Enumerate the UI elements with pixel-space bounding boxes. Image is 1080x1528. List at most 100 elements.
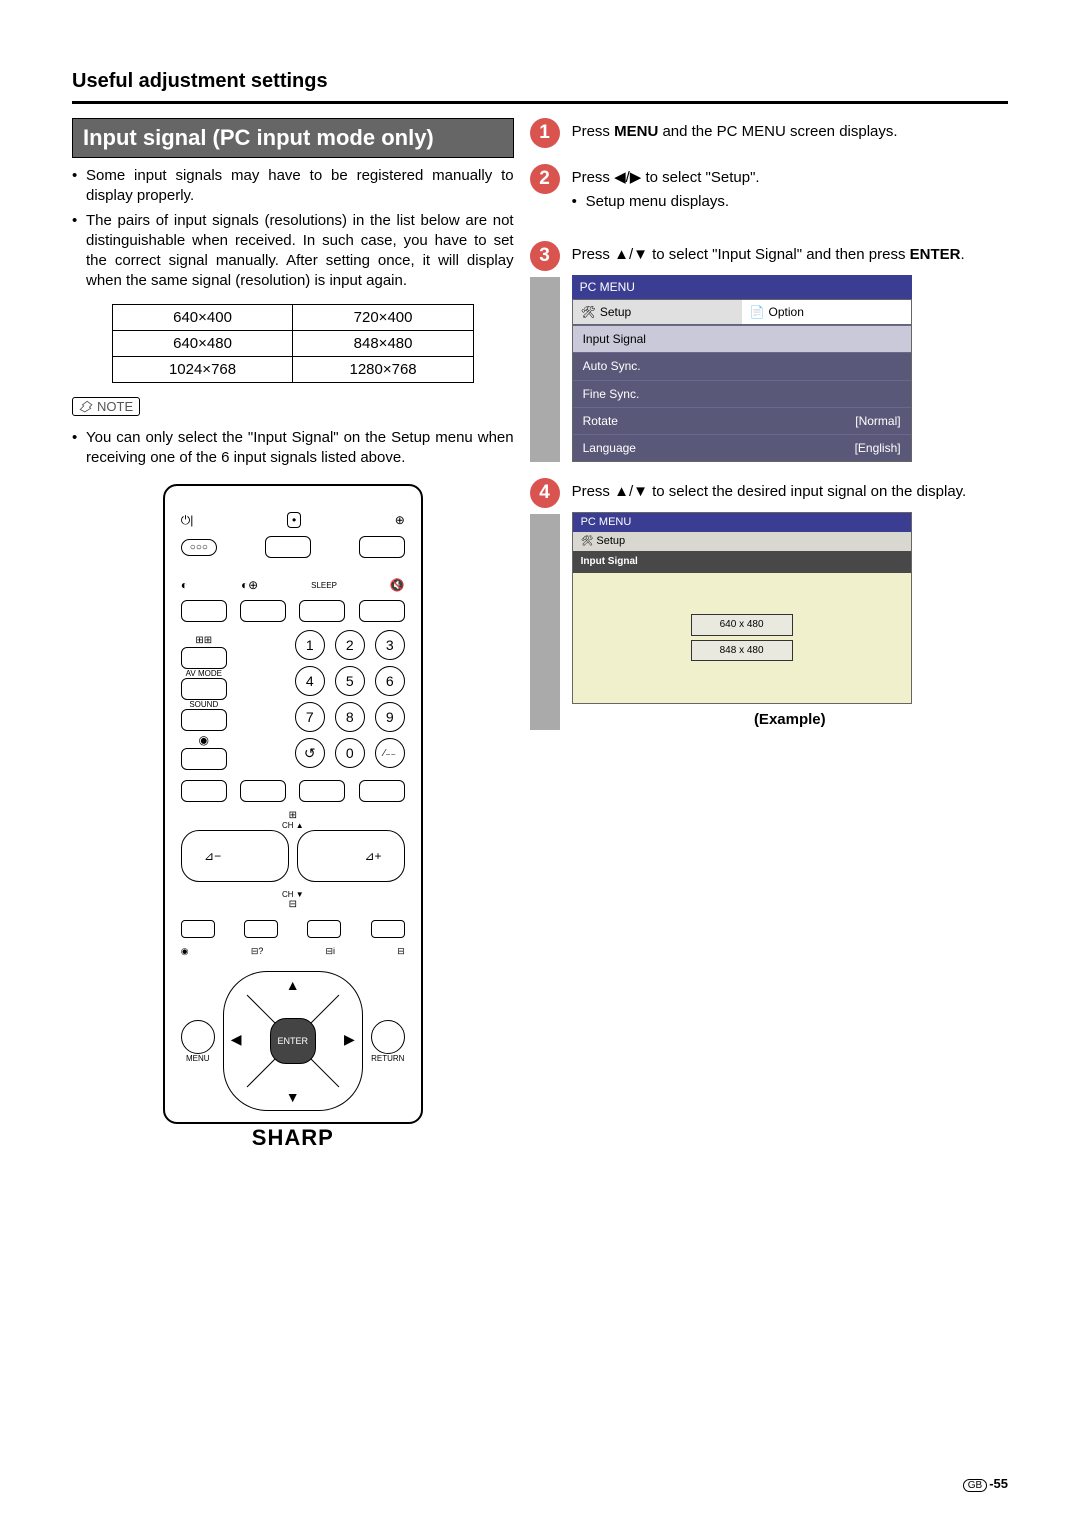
step-bullet-4: 4: [530, 478, 560, 508]
page-footer: GB-55: [963, 1476, 1008, 1492]
menu-key: [181, 1020, 215, 1054]
step-text: Press ◀/▶ to select "Setup". Setup menu …: [572, 164, 1008, 225]
remote-key: [359, 780, 405, 802]
brand-logo: SHARP: [181, 1125, 405, 1151]
num-key-7: 7: [295, 702, 325, 732]
ch-down-label: CH ▼: [181, 890, 405, 899]
arrow-right-icon: ▶: [344, 1031, 355, 1048]
resolution-table: 640×400 720×400 640×480 848×480 1024×768…: [112, 304, 474, 383]
mute-icon: 🔇: [390, 578, 405, 592]
input-icon: ⊕: [395, 513, 405, 527]
remote-key: [181, 647, 227, 669]
intro-bullet: Some input signals may have to be regist…: [72, 166, 514, 207]
remote-control-illustration: ⏻| • ⊕ ○○○ ◐ ◐⊕ SLEEP 🔇: [163, 484, 423, 1124]
rec-icon: ◉: [199, 733, 209, 747]
vol-down-key: ⊿−: [181, 830, 289, 882]
table-cell: 720×400: [293, 304, 474, 330]
avmode-label: AV MODE: [181, 669, 227, 678]
pc-menu-tab-option: 📄 Option: [742, 300, 911, 324]
note-label-text: NOTE: [97, 399, 133, 414]
step-text: Press ▲/▼ to select the desired input si…: [572, 478, 1008, 730]
pc-menu-title: PC MENU: [573, 513, 911, 532]
num-key-1: 1: [295, 630, 325, 660]
step-text: Press ▲/▼ to select "Input Signal" and t…: [572, 241, 1008, 463]
setup-icon: 🛠: [581, 536, 594, 547]
return-label: RETURN: [371, 1054, 404, 1063]
remote-key: [244, 920, 278, 938]
hand-icon: [79, 399, 93, 413]
menu-item-fine-sync: Fine Sync.: [573, 380, 911, 407]
option-icon: 📄: [750, 304, 765, 320]
remote-key: [299, 780, 345, 802]
menu-item-auto-sync: Auto Sync.: [573, 352, 911, 379]
arrow-up-icon: ▲: [286, 977, 300, 993]
wide-icon: ◐⊕: [241, 578, 258, 592]
remote-key: [181, 600, 227, 622]
input-signal-submenu: PC MENU 🛠 Setup Input Signal 640 x 480 8…: [572, 512, 912, 703]
page-number: -55: [989, 1476, 1008, 1491]
submenu-title: Input Signal: [573, 551, 911, 573]
menu-item-language: Language[English]: [573, 434, 911, 461]
table-cell: 848×480: [293, 330, 474, 356]
menu-item-rotate: Rotate[Normal]: [573, 407, 911, 434]
num-key-8: 8: [335, 702, 365, 732]
sound-label: SOUND: [181, 700, 227, 709]
step-text: Press MENU and the PC MENU screen displa…: [572, 118, 1008, 148]
section-title: Useful adjustment settings: [72, 70, 1008, 93]
remote-key: [181, 920, 215, 938]
step-sub-bullet: Setup menu displays.: [572, 192, 1008, 212]
menu-item-input-signal: Input Signal: [573, 325, 911, 352]
teletext-icon: ⊟?: [251, 946, 264, 957]
table-cell: 1280×768: [293, 356, 474, 382]
setup-tab-label: 🛠 Setup: [573, 532, 911, 551]
intro-bullet: The pairs of input signals (resolutions)…: [72, 211, 514, 292]
remote-key: [181, 678, 227, 700]
signal-option: 848 x 480: [691, 640, 793, 662]
list-icon: ⊟: [397, 946, 405, 957]
topic-heading: Input signal (PC input mode only): [72, 118, 514, 158]
timer-icon: ◐: [181, 578, 188, 592]
table-cell: 1024×768: [112, 356, 293, 382]
note-text: You can only select the "Input Signal" o…: [72, 428, 514, 469]
setup-icon: 🛠: [581, 304, 596, 320]
flashback-key: ↺: [295, 738, 325, 768]
divider-rule: [72, 101, 1008, 104]
remote-key: [181, 780, 227, 802]
step-bullet-2: 2: [530, 164, 560, 194]
color-icon: ◉: [181, 946, 189, 957]
teletext-icon: ⊟i: [326, 946, 336, 957]
region-code: GB: [963, 1479, 987, 1492]
note-badge: NOTE: [72, 397, 140, 416]
pc-menu-title: PC MENU: [572, 275, 912, 299]
remote-key: [371, 920, 405, 938]
return-key: [371, 1020, 405, 1054]
table-cell: 640×400: [112, 304, 293, 330]
num-key-6: 6: [375, 666, 405, 696]
num-key-3: 3: [375, 630, 405, 660]
arrow-left-icon: ◀: [231, 1031, 242, 1048]
menu-label: MENU: [186, 1054, 210, 1063]
remote-key: [265, 536, 311, 558]
num-key-5: 5: [335, 666, 365, 696]
display-icon: •: [287, 512, 301, 528]
epg-icon: ⊞⊞: [195, 635, 212, 646]
sleep-label: SLEEP: [311, 581, 337, 590]
remote-key: [240, 600, 286, 622]
remote-key: [240, 780, 286, 802]
dpad: ENTER ▲ ▼ ◀ ▶: [223, 971, 363, 1111]
table-cell: 640×480: [112, 330, 293, 356]
step-bullet-1: 1: [530, 118, 560, 148]
example-caption: (Example): [572, 710, 1008, 730]
num-key-0: 0: [335, 738, 365, 768]
indicator-icon: ○○○: [181, 539, 217, 556]
remote-key: [299, 600, 345, 622]
signal-option: 640 x 480: [691, 614, 793, 636]
pc-menu-tab-setup: 🛠 Setup: [573, 300, 742, 324]
dash-key: ⁄₋₋: [375, 738, 405, 768]
num-key-2: 2: [335, 630, 365, 660]
arrow-down-icon: ▼: [286, 1089, 300, 1105]
num-key-4: 4: [295, 666, 325, 696]
step-bullet-3: 3: [530, 241, 560, 271]
num-key-9: 9: [375, 702, 405, 732]
vol-up-key: ⊿+: [297, 830, 405, 882]
